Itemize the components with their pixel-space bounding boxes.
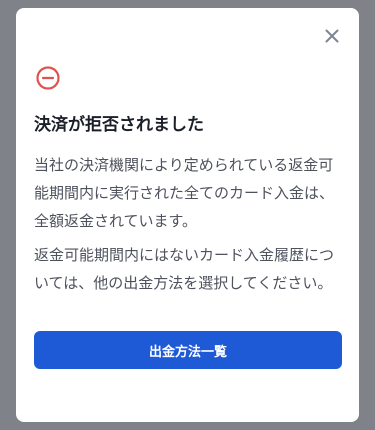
declined-payment-dialog: 決済が拒否されました 当社の決済機関により定められている返金可能期間内に実行され…	[16, 8, 359, 422]
withdrawal-methods-button[interactable]: 出金方法一覧	[34, 331, 342, 369]
minus-circle-icon	[36, 66, 60, 90]
dialog-title: 決済が拒否されました	[34, 115, 204, 135]
dialog-message-other-methods: 返金可能期間内にはないカード入金履歴については、他の出金方法を選択してください。	[34, 246, 335, 292]
close-button[interactable]	[321, 25, 343, 47]
dialog-message-refund: 当社の決済機関により定められている返金可能期間内に実行された全てのカード入金は、…	[34, 156, 335, 230]
close-icon	[325, 29, 339, 43]
